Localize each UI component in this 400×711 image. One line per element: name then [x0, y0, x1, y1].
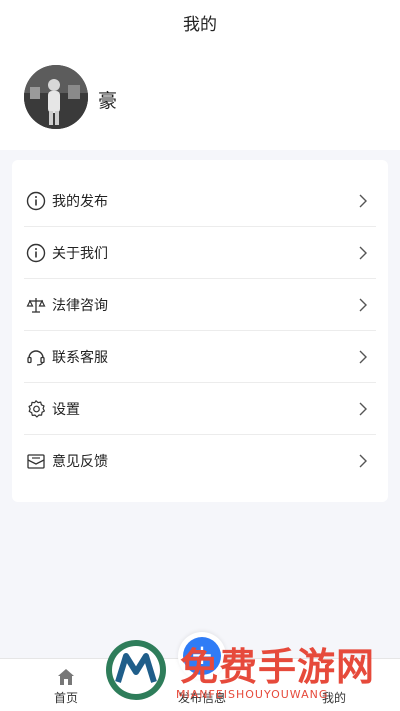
watermark-text: 免费手游网	[180, 644, 376, 689]
chevron-right-icon	[359, 194, 367, 208]
scale-icon	[26, 295, 46, 315]
menu-item-label: 关于我们	[52, 246, 108, 262]
menu-item-customer-service[interactable]: 联系客服	[24, 331, 376, 383]
chevron-right-icon	[359, 246, 367, 260]
menu-item-settings[interactable]: 设置	[24, 383, 376, 435]
feedback-mail-icon	[26, 451, 46, 471]
info-icon	[26, 243, 46, 263]
menu-item-my-posts[interactable]: 我的发布	[24, 175, 376, 227]
menu-item-label: 我的发布	[52, 194, 108, 210]
gear-icon	[26, 399, 46, 419]
chevron-right-icon	[359, 350, 367, 364]
tab-home[interactable]: 首页	[46, 659, 86, 711]
menu-item-feedback[interactable]: 意见反馈	[24, 435, 376, 487]
tab-home-label: 首页	[53, 691, 78, 705]
menu-item-about-us[interactable]: 关于我们	[24, 227, 376, 279]
menu-card: 我的发布 关于我们 法律咨询 联系客服 设置 意见反馈	[12, 160, 388, 502]
chevron-right-icon	[359, 298, 367, 312]
chevron-right-icon	[359, 454, 367, 468]
menu-item-legal-consult[interactable]: 法律咨询	[24, 279, 376, 331]
menu-item-label: 意见反馈	[52, 454, 108, 470]
username: 豪	[98, 90, 118, 112]
home-icon	[58, 669, 74, 685]
watermark-subtext: MIANFEISHOUYOUWANG	[176, 688, 329, 701]
menu-item-label: 法律咨询	[52, 298, 108, 314]
menu-item-label: 设置	[52, 402, 80, 418]
avatar[interactable]	[24, 65, 88, 129]
chevron-right-icon	[359, 402, 367, 416]
profile-header: 我的 豪	[0, 0, 400, 150]
info-icon	[26, 191, 46, 211]
menu-item-label: 联系客服	[52, 350, 108, 366]
watermark-logo-icon	[106, 640, 166, 700]
headset-icon	[26, 347, 46, 367]
page-title: 我的	[183, 15, 217, 35]
